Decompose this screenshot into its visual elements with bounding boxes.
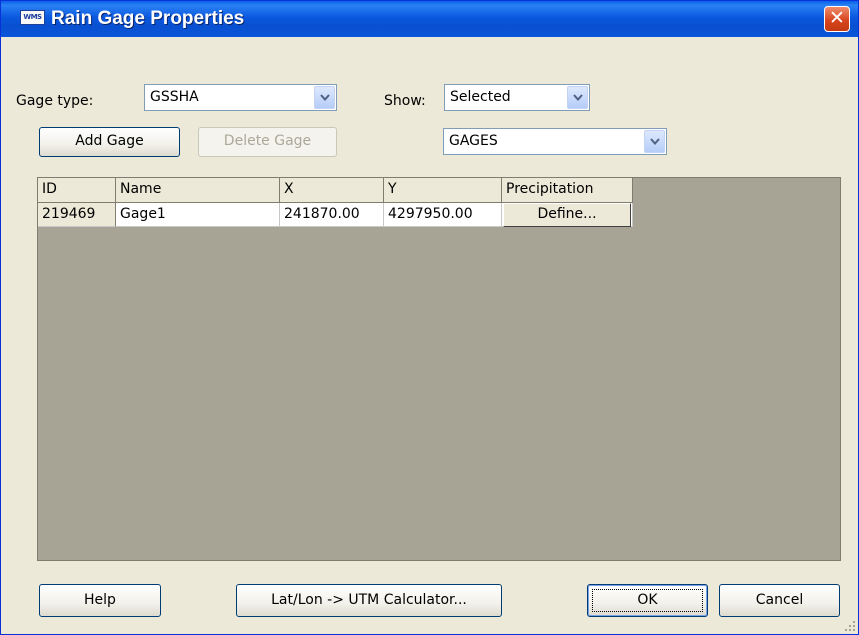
column-header-y[interactable]: Y [384, 178, 502, 203]
chevron-down-icon[interactable] [314, 86, 335, 109]
table-cell-name[interactable]: Gage1 [116, 203, 280, 227]
chevron-down-icon[interactable] [644, 130, 665, 153]
table-cell-id[interactable]: 219469 [38, 203, 116, 227]
gage-table: ID Name X Y Precipitation 219469 Gage1 2… [37, 177, 841, 561]
column-header-name[interactable]: Name [116, 178, 280, 203]
define-precipitation-button[interactable]: Define... [503, 203, 631, 227]
help-button[interactable]: Help [39, 584, 161, 617]
rain-gage-properties-dialog: WMS Rain Gage Properties ✕ Gage type: GS… [0, 0, 859, 635]
chevron-down-icon[interactable] [567, 86, 588, 109]
column-header-precipitation[interactable]: Precipitation [502, 178, 633, 203]
latlon-utm-calculator-button[interactable]: Lat/Lon -> UTM Calculator... [236, 584, 502, 617]
add-gage-button[interactable]: Add Gage [39, 127, 180, 157]
dialog-title: Rain Gage Properties [51, 8, 245, 29]
column-header-x[interactable]: X [280, 178, 384, 203]
gage-type-label: Gage type: [16, 93, 94, 109]
cancel-button[interactable]: Cancel [719, 584, 840, 617]
resize-grip-icon[interactable] [844, 620, 856, 632]
coverage-value: GAGES [449, 133, 498, 149]
show-dropdown[interactable]: Selected [444, 84, 590, 111]
close-icon[interactable]: ✕ [824, 6, 850, 32]
show-value: Selected [450, 89, 511, 105]
gage-type-value: GSSHA [150, 89, 199, 105]
table-cell-x[interactable]: 241870.00 [280, 203, 384, 227]
title-bar[interactable]: WMS Rain Gage Properties ✕ [1, 1, 858, 37]
wms-app-icon: WMS [20, 10, 45, 25]
coverage-dropdown[interactable]: GAGES [443, 128, 667, 155]
delete-gage-button[interactable]: Delete Gage [198, 127, 337, 157]
gage-type-dropdown[interactable]: GSSHA [144, 84, 337, 111]
show-label: Show: [384, 93, 426, 109]
ok-button[interactable]: OK [587, 584, 708, 617]
column-header-id[interactable]: ID [38, 178, 116, 203]
table-cell-y[interactable]: 4297950.00 [384, 203, 502, 227]
